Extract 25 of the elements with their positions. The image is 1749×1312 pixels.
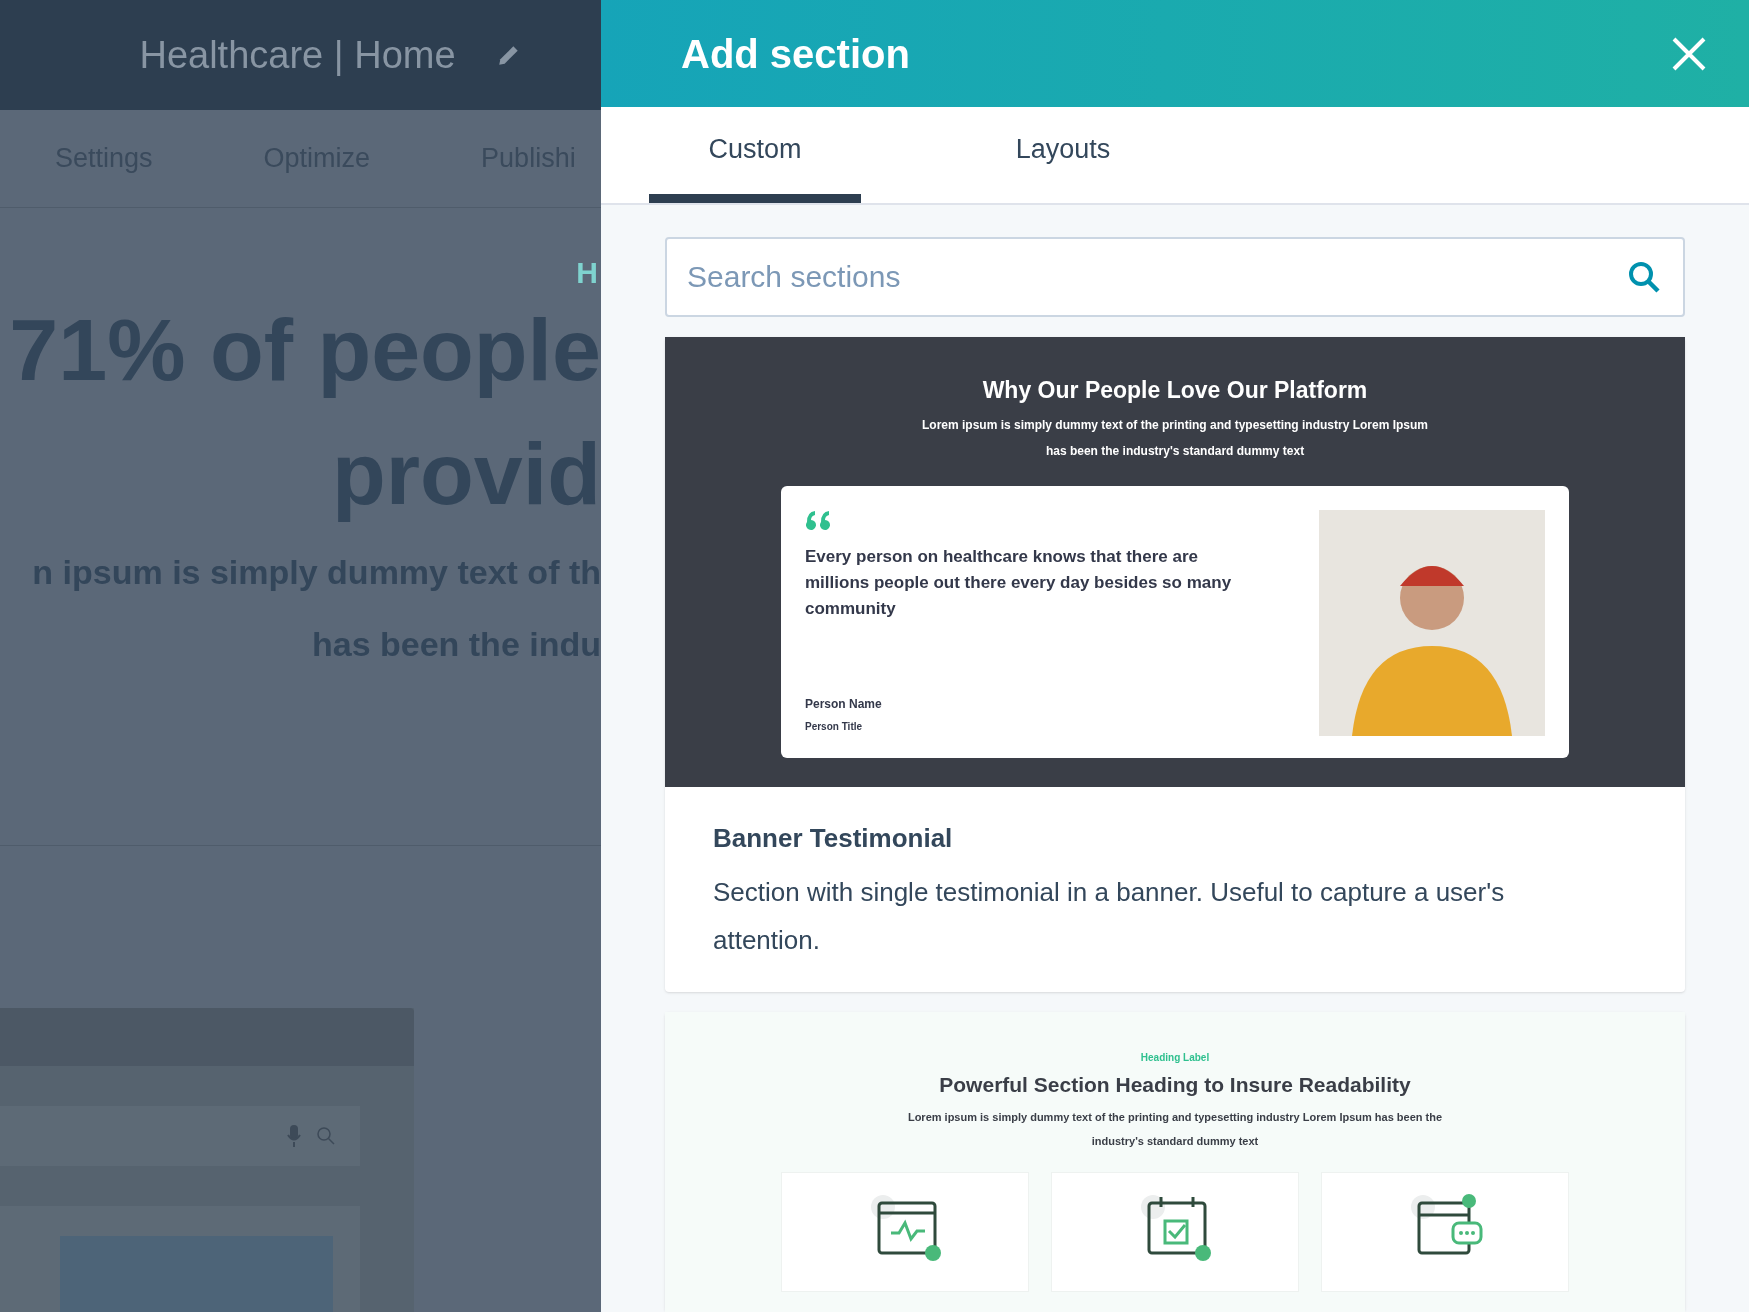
search-icon[interactable]	[1627, 260, 1661, 294]
hero-label: H	[576, 258, 599, 288]
preview-heading: Why Our People Love Our Platform	[982, 376, 1368, 405]
preview-text: Lorem ipsum is simply dummy text of the printing and typesetting industry Lorem Ipsum has been the	[907, 1109, 1443, 1125]
section-card[interactable]	[665, 337, 1685, 992]
section-card[interactable]: Heading Label Powerful Section Heading to Insure Readability Lorem ipsum is simply dummy text of the printing and typesetting industry Lorem Ipsum has been the industry's standard dummy text	[665, 1012, 1685, 1312]
person-name: Person Name	[805, 695, 883, 713]
tab[interactable]: Custom	[649, 105, 861, 203]
close-icon[interactable]	[1671, 35, 1707, 72]
preview-text: Lorem ipsum is simply dummy text of the printing and typesetting industry Lorem Ipsum	[921, 416, 1429, 434]
panel-title: Add section	[681, 30, 910, 78]
preview-text: industry's standard dummy text	[1091, 1134, 1259, 1149]
quote-text: Every person on healthcare knows that there are millions people out there every day besides so many community	[805, 545, 1233, 620]
person-title: Person Title	[805, 719, 864, 734]
preview-text: has been the industry's standard dummy text	[1045, 442, 1305, 460]
page-title: Healthcare | Home	[139, 32, 456, 78]
search-icon	[316, 1126, 336, 1146]
preview-label: Heading Label	[1140, 1051, 1210, 1065]
section-name: Banner Testimonial	[713, 822, 954, 855]
microphone-icon	[286, 1124, 302, 1148]
section-description: Section with single testimonial in a banner. Useful to capture a user's attention.	[713, 876, 1506, 957]
preview-heading: Powerful Section Heading to Insure Readability	[939, 1072, 1411, 1098]
quote-icon	[805, 509, 833, 532]
search-field[interactable]: Search sections	[665, 237, 1685, 317]
tab[interactable]: Layouts	[957, 105, 1169, 203]
